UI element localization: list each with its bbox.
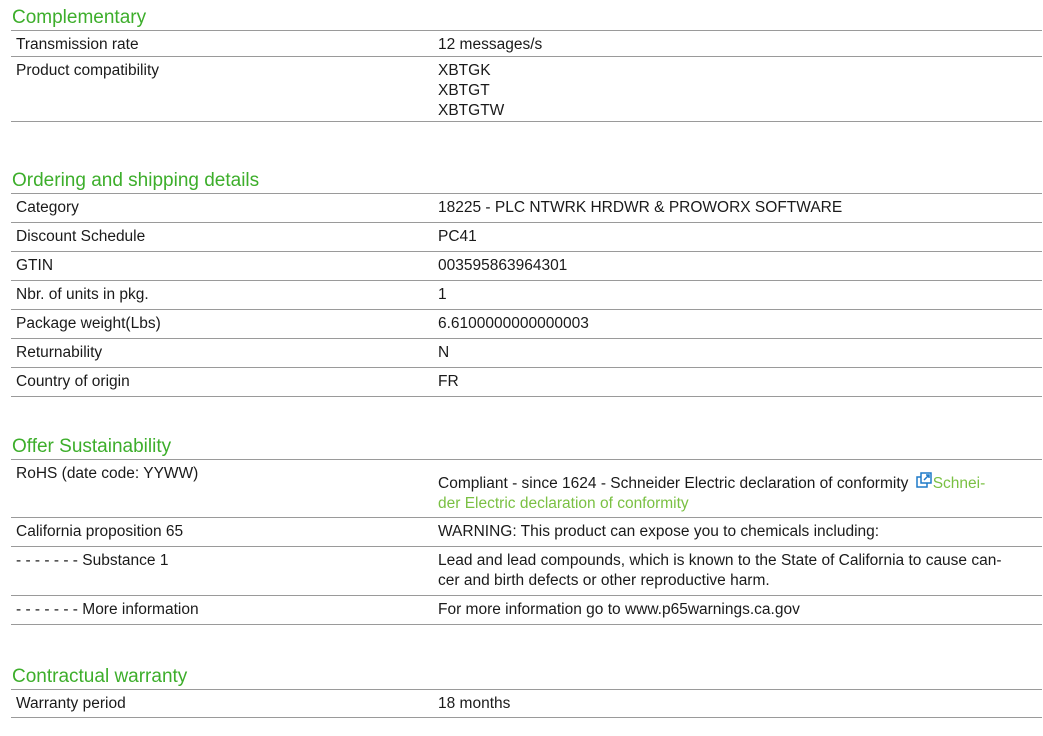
spec-row: RoHS (date code: YYWW) Compliant - since…	[11, 459, 1042, 517]
compat-item: XBTGT	[438, 82, 490, 99]
spec-label: RoHS (date code: YYWW)	[16, 465, 199, 482]
spec-value: 003595863964301	[438, 257, 568, 274]
spec-row: California proposition 65 WARNING: This …	[11, 517, 1042, 546]
spec-label: Transmission rate	[16, 36, 139, 53]
compat-item: XBTGK	[438, 62, 491, 79]
spec-value: 12 messages/s	[438, 36, 543, 53]
spec-label: Category	[16, 199, 79, 216]
declaration-link-cont[interactable]: der Electric declaration of conformity	[438, 495, 689, 512]
spec-label: Product compatibility	[16, 62, 160, 79]
rohs-status: Compliant - since 1624 - Schneider Elect…	[438, 475, 909, 492]
spec-label: Returnability	[16, 344, 103, 361]
spec-row: Product compatibility XBTGK XBTGT XBTGTW	[11, 56, 1042, 122]
spec-value-list: XBTGK XBTGT XBTGTW	[438, 57, 1042, 121]
substance-text-line: cer and birth defects or other reproduct…	[438, 572, 770, 589]
spec-value: 1	[438, 286, 447, 303]
spec-value: PC41	[438, 228, 477, 245]
spec-label: California proposition 65	[16, 523, 184, 540]
spec-value: N	[438, 344, 450, 361]
spec-row: Discount Schedule PC41	[11, 222, 1042, 251]
spec-row: Package weight(Lbs) 6.6100000000000003	[11, 309, 1042, 338]
substance-text-line: Lead and lead compounds, which is known …	[438, 552, 1002, 569]
section-sustainability: Offer Sustainability RoHS (date code: YY…	[11, 435, 1042, 625]
section-title: Ordering and shipping details	[12, 170, 260, 191]
section-title: Contractual warranty	[12, 666, 188, 687]
compat-item: XBTGTW	[438, 102, 505, 119]
spec-value: FR	[438, 373, 459, 390]
spec-row: GTIN 003595863964301	[11, 251, 1042, 280]
spec-label: Package weight(Lbs)	[16, 315, 161, 332]
spec-label: - - - - - - - Substance 1	[16, 552, 169, 569]
spec-row: Category 18225 - PLC NTWRK HRDWR & PROWO…	[11, 193, 1042, 222]
spec-label: Discount Schedule	[16, 228, 146, 245]
spec-label: GTIN	[16, 257, 54, 274]
spec-value: Lead and lead compounds, which is known …	[438, 547, 1042, 595]
section-title: Complementary	[12, 7, 147, 28]
spec-row: Nbr. of units in pkg. 1	[11, 280, 1042, 309]
spec-value: 6.6100000000000003	[438, 315, 589, 332]
spec-row: Warranty period 18 months	[11, 689, 1042, 718]
section-title: Offer Sustainability	[12, 436, 172, 457]
spec-row: - - - - - - - More information For more …	[11, 595, 1042, 625]
spec-label: Country of origin	[16, 373, 130, 390]
spec-value: 18 months	[438, 695, 511, 712]
spec-value: Compliant - since 1624 - Schneider Elect…	[438, 460, 1042, 517]
declaration-link[interactable]: Schnei-	[933, 475, 986, 492]
spec-value: WARNING: This product can expose you to …	[438, 523, 880, 540]
spec-value: For more information go to www.p65warnin…	[438, 601, 800, 618]
section-warranty: Contractual warranty Warranty period 18 …	[11, 665, 1042, 718]
spec-value: 18225 - PLC NTWRK HRDWR & PROWORX SOFTWA…	[438, 199, 843, 216]
spec-row: - - - - - - - Substance 1 Lead and lead …	[11, 546, 1042, 595]
section-ordering: Ordering and shipping details Category 1…	[11, 169, 1042, 397]
spec-label: - - - - - - - More information	[16, 601, 199, 618]
spec-row: Country of origin FR	[11, 367, 1042, 397]
spec-label: Warranty period	[16, 695, 126, 712]
spec-row: Transmission rate 12 messages/s	[11, 30, 1042, 56]
external-link-icon[interactable]	[915, 472, 933, 489]
spec-row: Returnability N	[11, 338, 1042, 367]
section-complementary: Complementary Transmission rate 12 messa…	[11, 6, 1042, 122]
spec-label: Nbr. of units in pkg.	[16, 286, 149, 303]
